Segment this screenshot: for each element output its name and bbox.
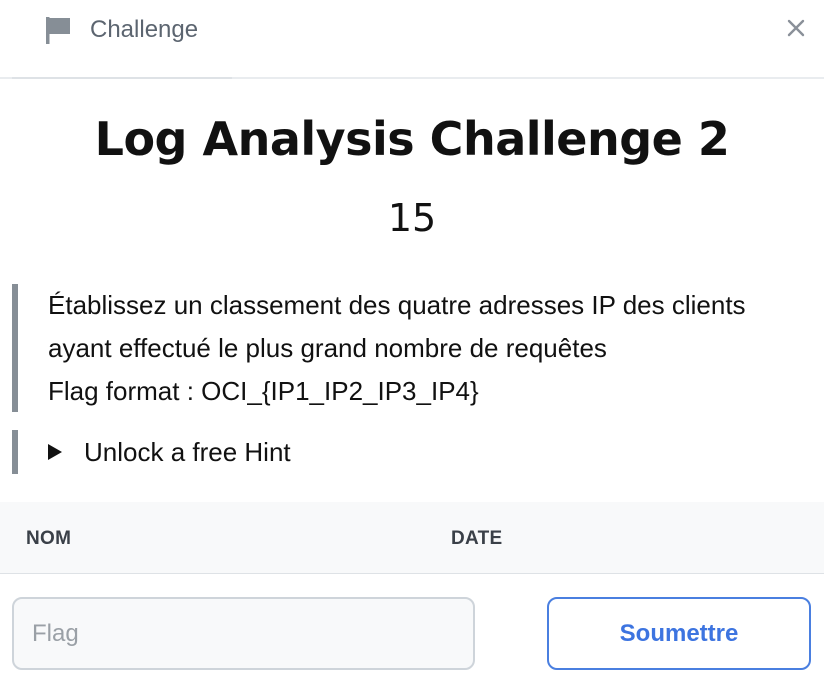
column-header-date: DATE xyxy=(451,528,503,549)
solves-table-header: NOM DATE xyxy=(0,502,824,574)
description-line: Flag format : OCI_{IP1_IP2_IP3_IP4} xyxy=(48,376,479,406)
flag-input[interactable] xyxy=(12,597,475,670)
unlock-hint-toggle[interactable]: Unlock a free Hint xyxy=(12,430,812,474)
triangle-right-icon xyxy=(48,444,62,460)
description-line: Établissez un classement des quatre adre… xyxy=(48,290,746,320)
description-line: ayant effectué le plus grand nombre de r… xyxy=(48,333,607,363)
hint-label: Unlock a free Hint xyxy=(84,436,291,467)
close-icon xyxy=(787,19,805,37)
submit-button[interactable]: Soumettre xyxy=(547,597,811,670)
tab-label: Challenge xyxy=(90,16,199,43)
challenge-title: Log Analysis Challenge 2 xyxy=(94,112,730,166)
tab-challenge[interactable]: Challenge xyxy=(12,0,232,79)
flag-icon xyxy=(46,17,70,44)
column-header-nom: NOM xyxy=(26,528,72,549)
modal-header: Challenge xyxy=(0,0,824,79)
close-button[interactable] xyxy=(782,14,810,42)
challenge-modal: Challenge Log Analysis Challenge 2 15 Ét… xyxy=(0,0,824,684)
challenge-description: Établissez un classement des quatre adre… xyxy=(12,284,812,412)
challenge-points: 15 xyxy=(387,196,437,240)
